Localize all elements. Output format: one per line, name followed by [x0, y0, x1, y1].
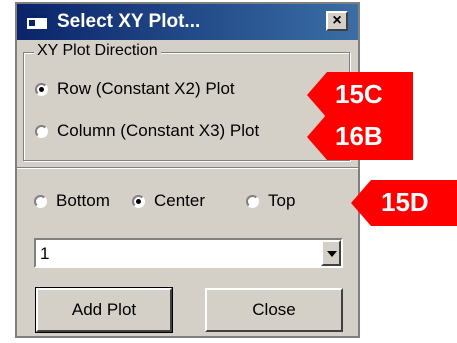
radio-label: Column (Constant X3) Plot [57, 121, 260, 140]
select-xy-plot-dialog: Select XY Plot... × XY Plot Direction Ro… [15, 2, 360, 338]
window-icon [27, 15, 47, 29]
radio-label: Center [154, 191, 206, 210]
callout-label: 16B [335, 121, 383, 151]
callout-15c: 15C [307, 72, 413, 118]
title-bar[interactable]: Select XY Plot... × [17, 4, 358, 40]
top-radio[interactable]: Top [246, 191, 295, 211]
group-legend: XY Plot Direction [34, 42, 161, 60]
row-plot-radio[interactable]: Row (Constant X2) Plot [35, 79, 235, 99]
radio-label: Row (Constant X2) Plot [57, 79, 235, 98]
column-plot-radio[interactable]: Column (Constant X3) Plot [35, 121, 259, 141]
radio-unchecked-icon [34, 194, 47, 208]
close-icon[interactable]: × [326, 11, 348, 31]
add-plot-button[interactable]: Add Plot [35, 287, 173, 333]
radio-unchecked-icon [35, 124, 48, 138]
separator [17, 167, 358, 169]
radio-checked-icon [132, 194, 145, 208]
plot-number-combo[interactable]: 1 [34, 238, 343, 268]
close-button[interactable]: Close [205, 288, 343, 332]
combo-value: 1 [40, 244, 50, 263]
dialog-title: Select XY Plot... [57, 11, 201, 32]
callout-16b: 16B [307, 114, 413, 160]
callout-label: 15D [381, 187, 429, 217]
chevron-down-icon[interactable] [321, 240, 341, 266]
callout-15d: 15D [351, 180, 457, 226]
radio-label: Top [268, 191, 296, 210]
callout-label: 15C [335, 79, 383, 109]
radio-checked-icon [35, 82, 48, 96]
bottom-radio[interactable]: Bottom [34, 191, 110, 211]
radio-label: Bottom [56, 191, 110, 210]
radio-unchecked-icon [246, 194, 259, 208]
xy-plot-direction-group: XY Plot Direction Row (Constant X2) Plot… [23, 42, 350, 161]
center-radio[interactable]: Center [132, 191, 205, 211]
